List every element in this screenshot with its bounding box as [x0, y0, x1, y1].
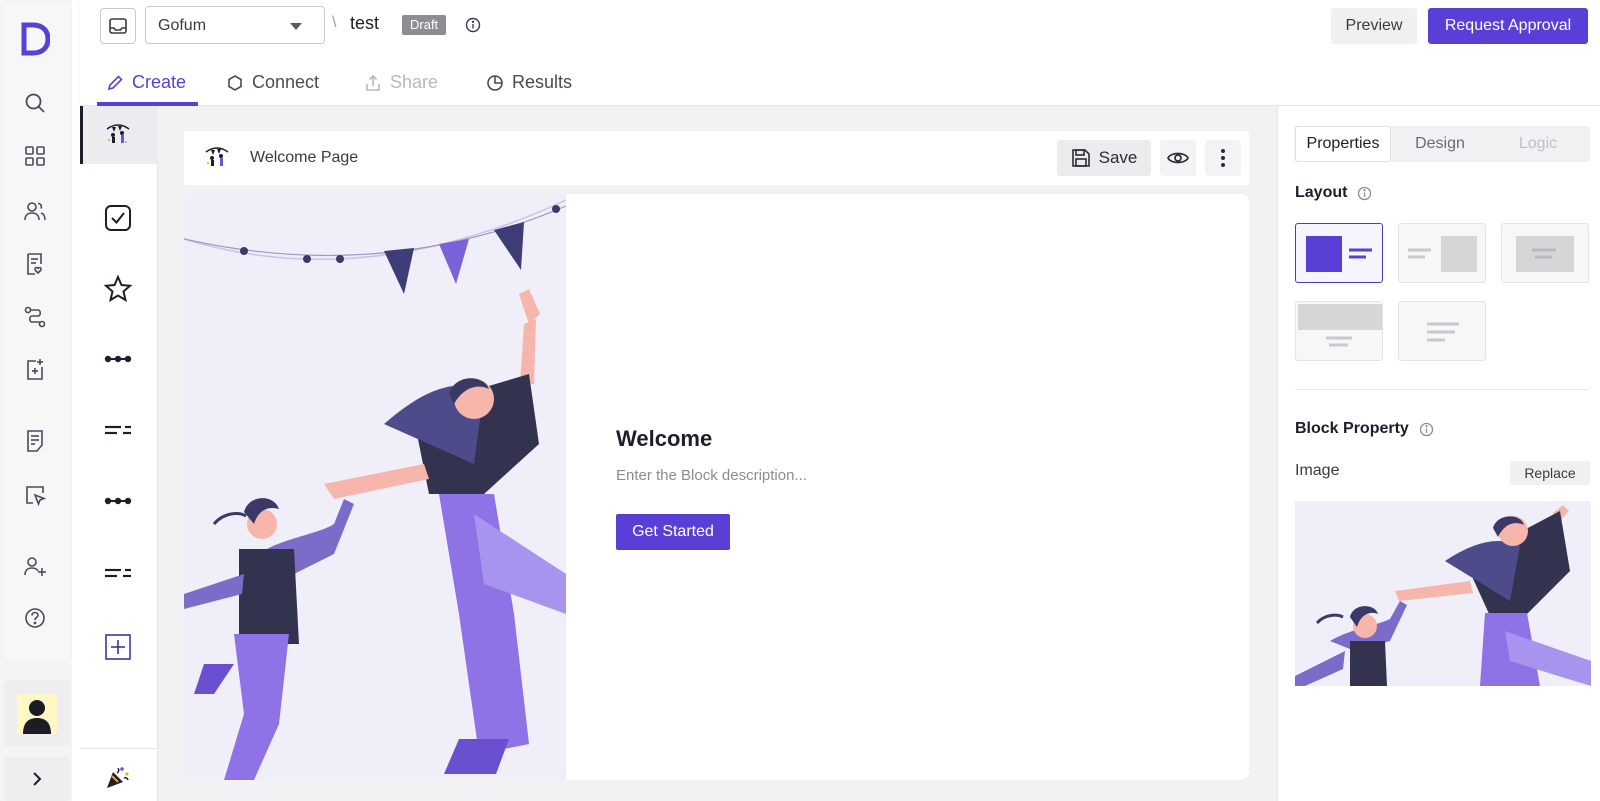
- help-icon[interactable]: [22, 605, 48, 631]
- checkbox-block-icon[interactable]: [100, 202, 136, 234]
- chevron-down-icon: [290, 23, 302, 30]
- properties-panel: [1277, 106, 1600, 801]
- image-thumbnail[interactable]: [1295, 501, 1591, 686]
- expand-rail-button[interactable]: [4, 757, 70, 801]
- add-block-icon[interactable]: [100, 631, 136, 663]
- tab-create[interactable]: Create: [106, 72, 186, 93]
- search-icon[interactable]: [22, 90, 48, 116]
- lines-block-icon[interactable]: [100, 414, 136, 446]
- floppy-disk-icon: [1071, 149, 1090, 167]
- layout-image-right[interactable]: [1398, 223, 1486, 283]
- eye-icon: [1167, 152, 1189, 164]
- preview-eye-button[interactable]: [1160, 140, 1196, 176]
- info-icon[interactable]: [1419, 422, 1434, 437]
- image-label: Image: [1295, 462, 1340, 479]
- divider: [80, 748, 158, 749]
- star-rating-block-icon[interactable]: [100, 273, 136, 305]
- tab-properties[interactable]: Properties: [1295, 126, 1391, 162]
- workspace-select[interactable]: Gofum: [145, 6, 325, 44]
- form-title[interactable]: test: [350, 13, 379, 34]
- cursor-select-icon[interactable]: [22, 482, 48, 508]
- chevron-right-icon: [33, 772, 42, 786]
- info-icon[interactable]: [1357, 186, 1372, 201]
- kebab-menu-icon: [1221, 149, 1225, 167]
- info-icon[interactable]: [465, 17, 481, 33]
- save-label: Save: [1098, 148, 1138, 167]
- welcome-page-icon: [202, 143, 232, 171]
- breadcrumb-separator: \: [332, 14, 337, 31]
- get-started-button[interactable]: Get Started: [616, 514, 730, 550]
- tab-connect-label: Connect: [252, 72, 320, 92]
- dots-block-icon[interactable]: [100, 343, 136, 375]
- save-button[interactable]: Save: [1057, 140, 1151, 176]
- lines-block-icon[interactable]: [100, 557, 136, 589]
- layout-section-title: Layout: [1295, 184, 1372, 202]
- tab-connect[interactable]: Connect: [226, 72, 319, 93]
- share-icon: [366, 74, 380, 91]
- tab-share: Share: [364, 72, 438, 93]
- pencil-icon: [107, 74, 123, 90]
- tab-results[interactable]: Results: [486, 72, 572, 93]
- users-icon[interactable]: [22, 198, 48, 224]
- user-avatar[interactable]: [17, 694, 57, 734]
- pie-chart-icon: [487, 74, 503, 91]
- app-logo[interactable]: [20, 22, 50, 56]
- add-page-icon[interactable]: [22, 357, 48, 383]
- welcome-title[interactable]: Welcome: [616, 426, 712, 452]
- tab-design[interactable]: Design: [1392, 126, 1488, 162]
- route-icon[interactable]: [22, 304, 48, 330]
- block-property-title: Block Property: [1295, 420, 1409, 437]
- replace-image-button[interactable]: Replace: [1510, 461, 1590, 485]
- page-name: Welcome Page: [250, 149, 359, 166]
- document-icon[interactable]: [22, 428, 48, 454]
- form-heart-icon[interactable]: [22, 251, 48, 277]
- layout-title: Layout: [1295, 184, 1348, 201]
- inbox-button[interactable]: [100, 8, 136, 44]
- welcome-block-icon[interactable]: [100, 118, 136, 150]
- workspace-select-value: Gofum: [158, 17, 207, 34]
- welcome-block-card[interactable]: [184, 194, 1249, 780]
- request-approval-button[interactable]: Request Approval: [1428, 8, 1588, 44]
- status-badge: Draft: [402, 15, 447, 35]
- layout-image-background[interactable]: [1501, 223, 1589, 283]
- tab-create-label: Create: [132, 72, 187, 92]
- grid-icon[interactable]: [22, 143, 48, 169]
- welcome-illustration: [184, 194, 566, 780]
- inbox-icon: [109, 18, 127, 34]
- tab-results-label: Results: [512, 72, 573, 92]
- dots-block-icon[interactable]: [100, 485, 136, 517]
- layout-image-top[interactable]: [1295, 301, 1383, 361]
- block-property-section-title: Block Property: [1295, 420, 1434, 438]
- layout-image-left[interactable]: [1295, 223, 1383, 283]
- add-user-icon[interactable]: [22, 553, 48, 579]
- tab-logic: Logic: [1518, 135, 1558, 152]
- preview-button[interactable]: Preview: [1331, 8, 1417, 44]
- panel-divider: [1295, 389, 1589, 390]
- hexagon-icon: [228, 74, 242, 91]
- layout-text-only[interactable]: [1398, 301, 1486, 361]
- party-popper-icon[interactable]: [100, 761, 136, 793]
- welcome-description[interactable]: Enter the Block description...: [616, 467, 807, 484]
- tab-share-label: Share: [390, 72, 439, 92]
- more-options-button[interactable]: [1205, 140, 1241, 176]
